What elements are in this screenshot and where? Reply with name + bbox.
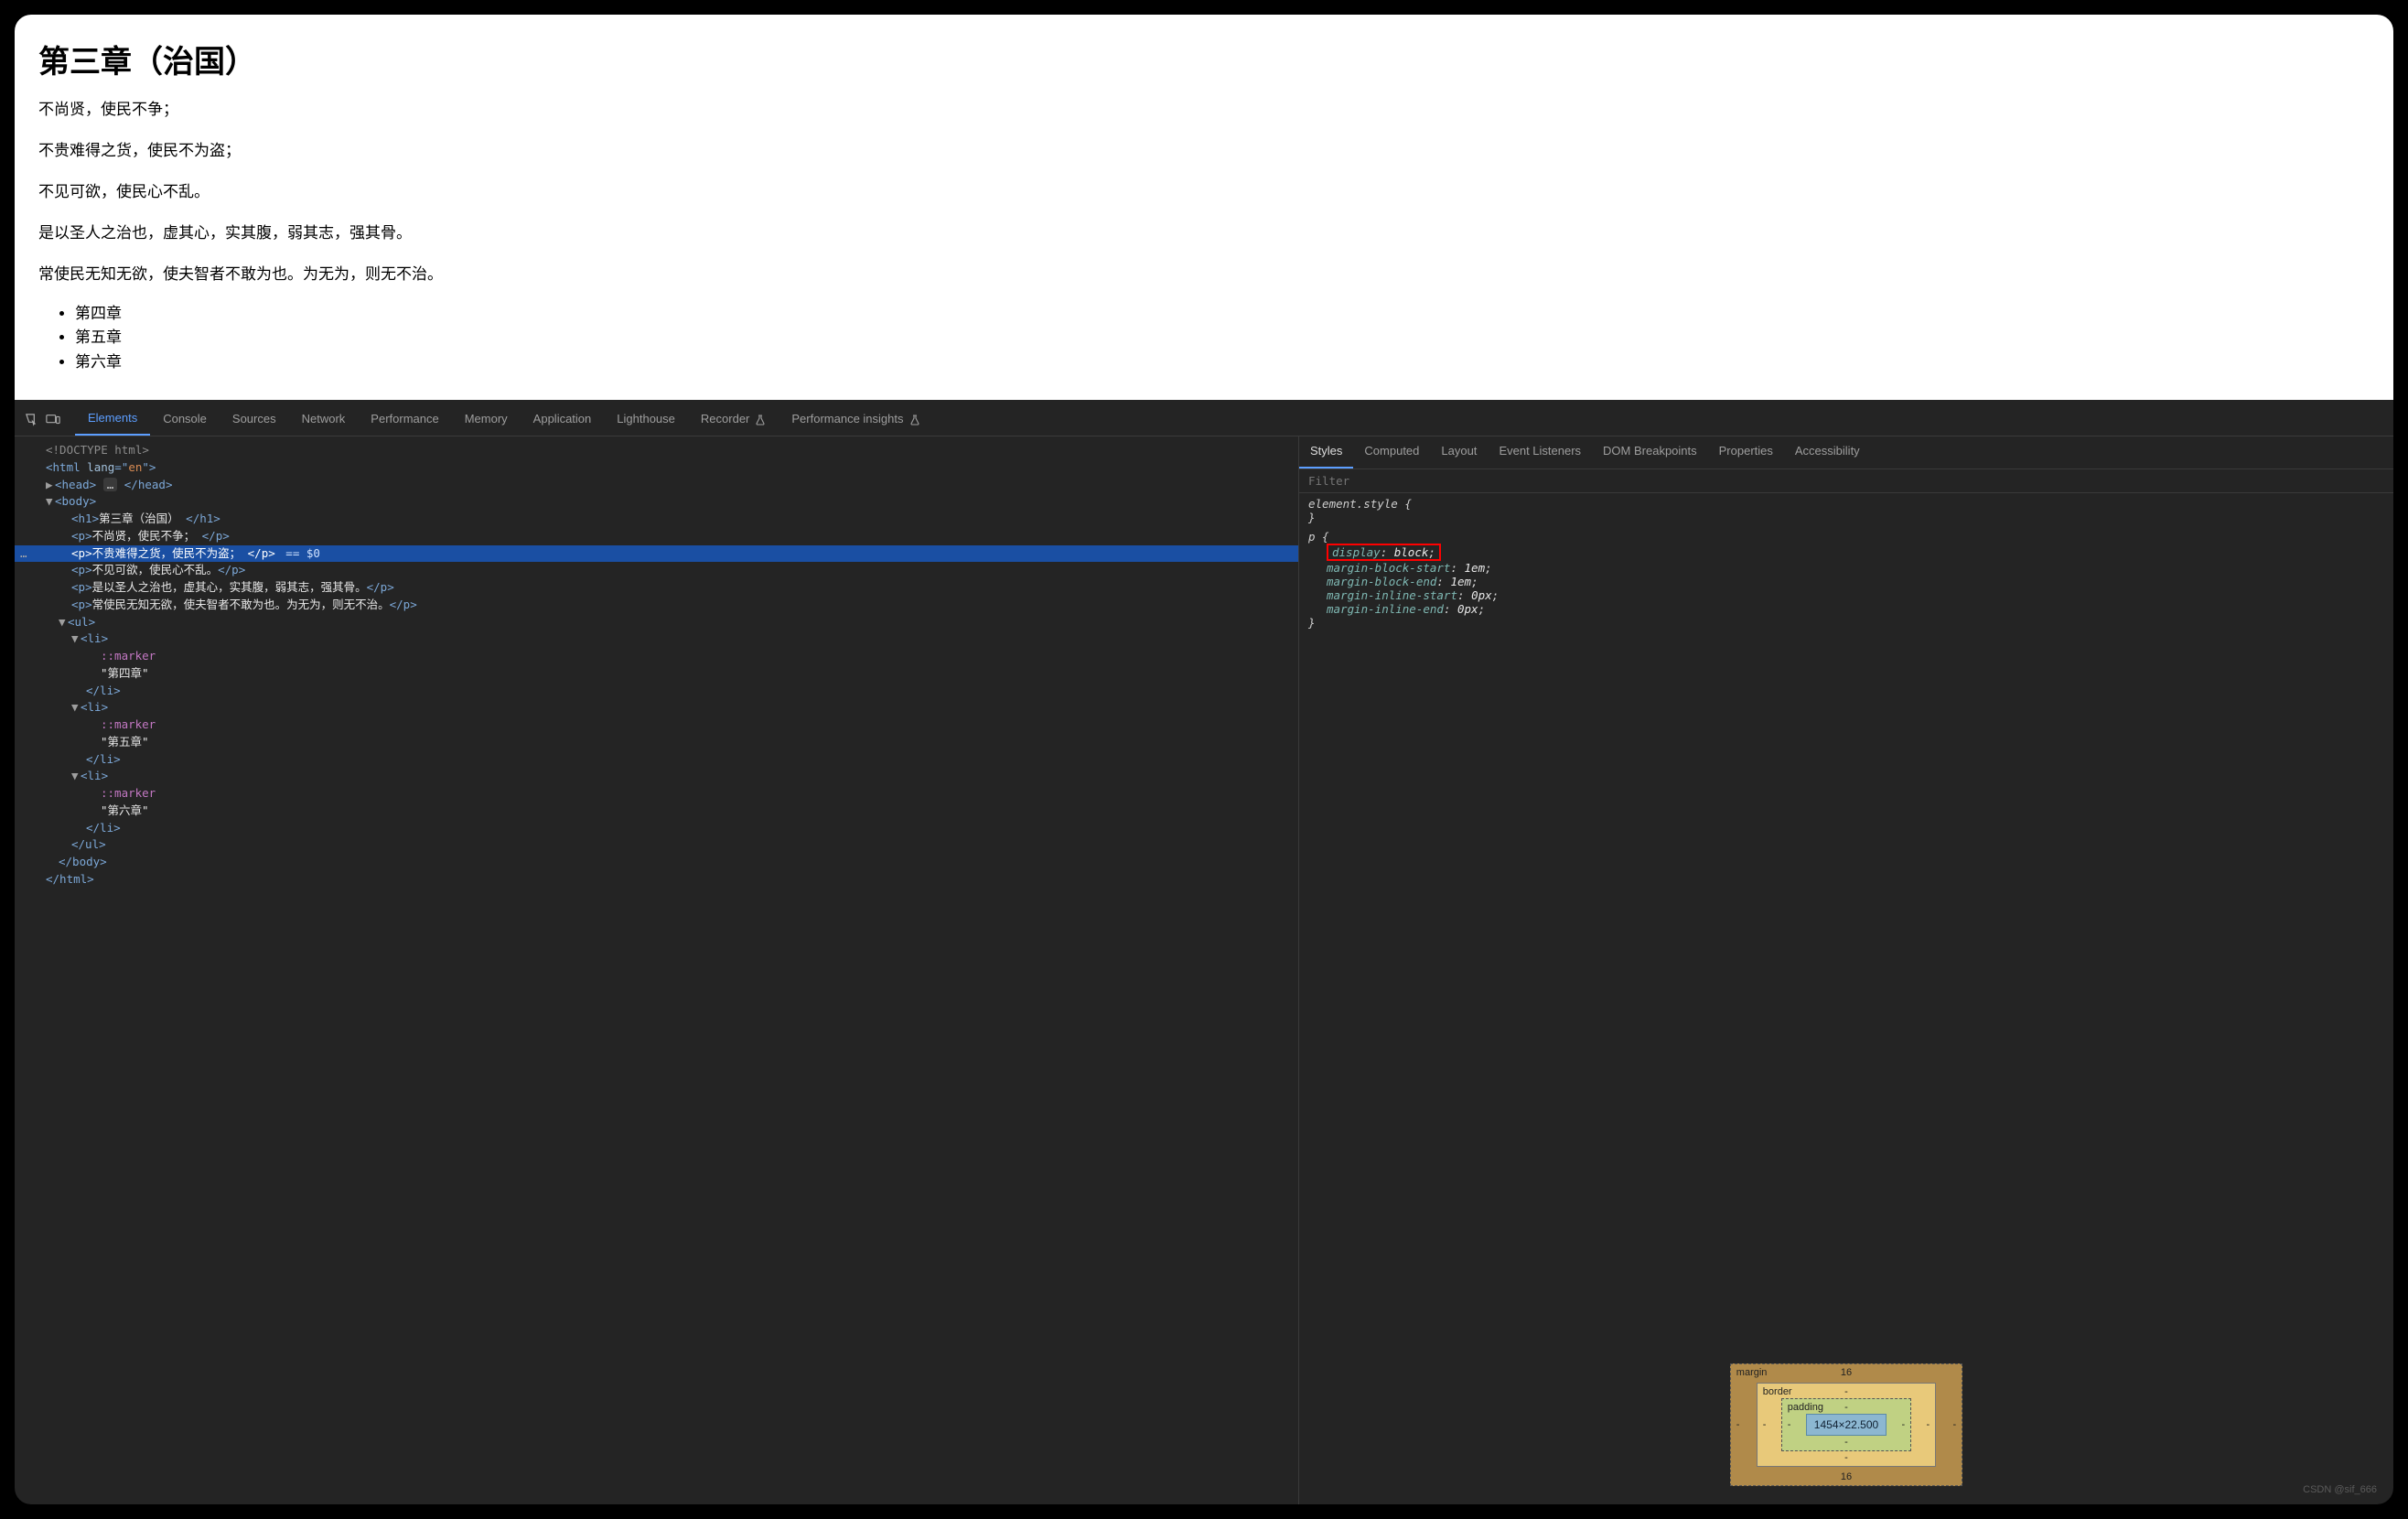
subtab-dom-breakpoints[interactable]: DOM Breakpoints [1592, 436, 1708, 469]
box-margin: margin 16 16 - - border - - - - paddin [1730, 1363, 1962, 1486]
p-node[interactable]: <p>是以圣人之治也，虚其心，实其腹，弱其志，强其骨。</p> [15, 579, 1298, 597]
li-close-node[interactable]: </li> [15, 820, 1298, 837]
filter-bar [1299, 469, 2393, 493]
ul-close-node[interactable]: </ul> [15, 836, 1298, 854]
ul-open-node[interactable]: ▼<ul> [15, 614, 1298, 631]
filter-input[interactable] [1299, 469, 2393, 492]
page-paragraph: 不贵难得之货，使民不为盗； [38, 137, 2370, 160]
h1-node[interactable]: <h1>第三章（治国） </h1> [15, 511, 1298, 528]
tab-perf-insights[interactable]: Performance insights [779, 404, 932, 436]
box-content: 1454×22.500 [1806, 1414, 1887, 1436]
html-close-node[interactable]: </html> [15, 871, 1298, 889]
subtab-styles[interactable]: Styles [1299, 436, 1353, 469]
tab-network[interactable]: Network [289, 404, 359, 436]
page-paragraph: 常使民无知无欲，使夫智者不敢为也。为无为，则无不治。 [38, 261, 2370, 284]
body-close-node[interactable]: </body> [15, 854, 1298, 871]
p-node[interactable]: <p>常使民无知无欲，使夫智者不敢为也。为无为，则无不治。</p> [15, 597, 1298, 614]
body-open-node[interactable]: ▼<body> [15, 493, 1298, 511]
list-item: 第六章 [75, 350, 2370, 374]
box-model[interactable]: margin 16 16 - - border - - - - paddin [1299, 1345, 2393, 1504]
tab-memory[interactable]: Memory [452, 404, 521, 436]
li-close-node[interactable]: </li> [15, 751, 1298, 769]
li-open-node[interactable]: ▼<li> [15, 768, 1298, 785]
tab-performance[interactable]: Performance [358, 404, 451, 436]
doctype-node[interactable]: <!DOCTYPE html> [46, 443, 149, 457]
ellipsis-icon[interactable]: … [103, 478, 118, 491]
li-close-node[interactable]: </li> [15, 683, 1298, 700]
li-open-node[interactable]: ▼<li> [15, 630, 1298, 648]
subtab-event-listeners[interactable]: Event Listeners [1488, 436, 1592, 469]
subtab-accessibility[interactable]: Accessibility [1784, 436, 1871, 469]
tab-lighthouse[interactable]: Lighthouse [604, 404, 688, 436]
subtab-layout[interactable]: Layout [1430, 436, 1488, 469]
css-rules[interactable]: element.style { } p { display: block; ma… [1299, 493, 2393, 637]
panels: <!DOCTYPE html> <html lang="en"> ▶<head>… [15, 436, 2393, 1504]
styles-subtabs: Styles Computed Layout Event Listeners D… [1299, 436, 2393, 469]
devtools: Elements Console Sources Network Perform… [15, 400, 2393, 1504]
box-padding: padding - - - - 1454×22.500 [1781, 1398, 1911, 1451]
marker-pseudo[interactable]: ::marker [15, 785, 1298, 803]
p-node[interactable]: <p>不尚贤，使民不争； </p> [15, 528, 1298, 545]
tab-sources[interactable]: Sources [220, 404, 289, 436]
subtab-computed[interactable]: Computed [1353, 436, 1430, 469]
head-node[interactable]: ▶<head> … </head> [15, 477, 1298, 494]
tabs: Elements Console Sources Network Perform… [75, 404, 933, 436]
html-open-node[interactable]: <html lang="en"> [15, 459, 1298, 477]
page-paragraph: 不见可欲，使民心不乱。 [38, 178, 2370, 201]
highlighted-property: display: block; [1327, 544, 1441, 561]
li-text-node[interactable]: "第六章" [15, 803, 1298, 820]
li-text-node[interactable]: "第五章" [15, 734, 1298, 751]
rendered-page: 第三章（治国） 不尚贤，使民不争； 不贵难得之货，使民不为盗； 不见可欲，使民心… [15, 15, 2393, 400]
elements-tree[interactable]: <!DOCTYPE html> <html lang="en"> ▶<head>… [15, 436, 1299, 1504]
li-open-node[interactable]: ▼<li> [15, 699, 1298, 716]
box-border: border - - - - padding - - - - 14 [1757, 1383, 1936, 1467]
marker-pseudo[interactable]: ::marker [15, 716, 1298, 734]
li-text-node[interactable]: "第四章" [15, 665, 1298, 683]
p-node[interactable]: <p>不见可欲，使民心不乱。</p> [15, 562, 1298, 579]
flask-icon [755, 412, 766, 426]
marker-pseudo[interactable]: ::marker [15, 648, 1298, 665]
styles-pane: Styles Computed Layout Event Listeners D… [1299, 436, 2393, 1504]
tab-recorder[interactable]: Recorder [688, 404, 779, 436]
page-title: 第三章（治国） [38, 37, 2370, 81]
devtools-toolbar: Elements Console Sources Network Perform… [15, 400, 2393, 436]
list-item: 第四章 [75, 302, 2370, 326]
p-node-selected[interactable]: <p>不贵难得之货，使民不为盗； </p> == $0 [15, 545, 1298, 563]
device-icon[interactable] [44, 411, 62, 429]
tab-console[interactable]: Console [150, 404, 220, 436]
inspect-icon[interactable] [22, 411, 40, 429]
subtab-properties[interactable]: Properties [1708, 436, 1784, 469]
list-item: 第五章 [75, 326, 2370, 350]
tab-elements[interactable]: Elements [75, 404, 150, 436]
flask-icon [909, 412, 920, 426]
page-paragraph: 不尚贤，使民不争； [38, 96, 2370, 119]
tab-application[interactable]: Application [521, 404, 605, 436]
page-list: 第四章 第五章 第六章 [59, 302, 2370, 374]
watermark: CSDN @sif_666 [2303, 1484, 2377, 1495]
page-paragraph: 是以圣人之治也，虚其心，实其腹，弱其志，强其骨。 [38, 220, 2370, 242]
